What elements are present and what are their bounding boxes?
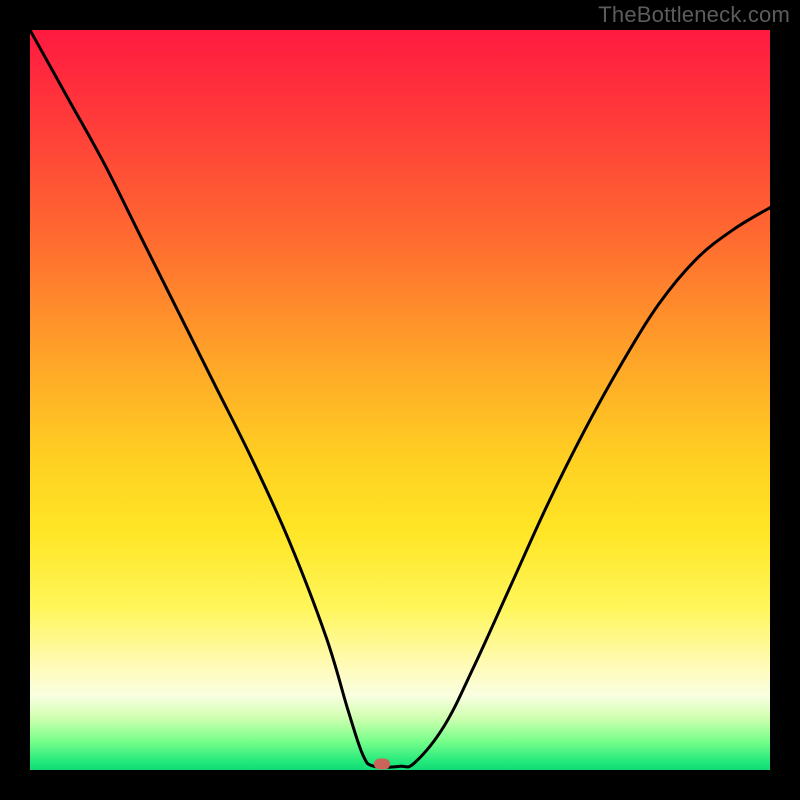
watermark-text: TheBottleneck.com (598, 2, 790, 28)
optimal-marker-icon (374, 759, 390, 770)
bottleneck-curve (30, 30, 770, 770)
chart-frame: TheBottleneck.com (0, 0, 800, 800)
plot-area (30, 30, 770, 770)
